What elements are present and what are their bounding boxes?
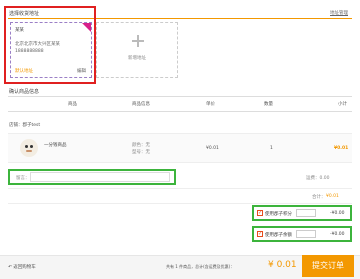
address-phone: 1888888888 (15, 49, 44, 54)
points-discount-amount: -¥0.00 (330, 211, 345, 216)
column-header-subtotal: 小计 (338, 102, 347, 107)
use-points-checkbox[interactable]: ✓ (257, 210, 263, 216)
shipping-fee: 运费：0.00 (306, 176, 330, 181)
header-divider (8, 111, 352, 112)
column-header-unit-price: 单价 (206, 102, 215, 107)
column-header-goods: 商品 (68, 102, 77, 107)
plus-icon (132, 35, 144, 47)
product-spec-model: 型号：无 (132, 150, 150, 155)
address-edit-link[interactable]: 编辑 (77, 68, 86, 74)
row-divider-2 (8, 203, 352, 204)
submit-order-button[interactable]: 提交订单 (302, 255, 354, 277)
default-address-tag: 默认地址 (15, 69, 33, 74)
remark-label: 留言： (16, 176, 30, 181)
product-thumbnail[interactable] (20, 139, 38, 157)
points-input[interactable] (296, 209, 316, 217)
remark-input[interactable] (30, 172, 170, 182)
product-name[interactable]: 一分钱商品 (44, 142, 67, 148)
column-header-quantity: 数量 (264, 102, 273, 107)
use-balance-label: 使用郡子余额 (265, 233, 292, 238)
quantity-value: 1 (270, 146, 273, 151)
corner-check-icon (82, 23, 91, 32)
address-name: 某某 (15, 28, 24, 33)
balance-input[interactable] (296, 230, 316, 238)
total-value: ¥0.01 (326, 194, 339, 199)
back-to-cart-link[interactable]: ↶ 返回购物车 (8, 264, 36, 270)
goods-title: 确认商品信息 (9, 89, 40, 95)
use-points-label: 使用郡子积分 (265, 212, 292, 217)
column-header-goods-info: 商品信息 (132, 102, 150, 107)
add-address-label: 新增地址 (128, 56, 146, 61)
address-line: 北京北京市大兴区某某 (15, 42, 60, 47)
total-label: 合计： (312, 195, 326, 200)
item-subtotal: ¥0.01 (334, 146, 349, 151)
back-arrow-icon: ↶ (8, 265, 12, 270)
goods-table-header: 商品 商品信息 单价 数量 小计 (8, 98, 352, 110)
order-summary-text: 共有 1 件商品，总计(含运费及优惠)： (166, 264, 235, 269)
unit-price: ¥0.01 (206, 146, 219, 151)
row-divider (8, 188, 352, 189)
back-to-cart-label: 返回购物车 (13, 265, 36, 270)
add-address-card[interactable]: 新增地址 (96, 22, 178, 78)
order-total-amount: ¥ 0.01 (268, 260, 297, 270)
shop-label: 店铺：郡子test (9, 123, 41, 128)
address-manage-link[interactable]: 地址管理 (330, 10, 348, 16)
address-card-selected[interactable]: 某某 北京北京市大兴区某某 1888888888 默认地址 编辑 (10, 22, 92, 78)
item-row: 一分钱商品 颜色：无 型号：无 ¥0.01 1 ¥0.01 (8, 133, 352, 163)
product-spec-color: 颜色：无 (132, 143, 150, 148)
use-balance-checkbox[interactable]: ✓ (257, 231, 263, 237)
goods-divider (8, 96, 352, 97)
balance-discount-amount: -¥0.00 (330, 232, 345, 237)
